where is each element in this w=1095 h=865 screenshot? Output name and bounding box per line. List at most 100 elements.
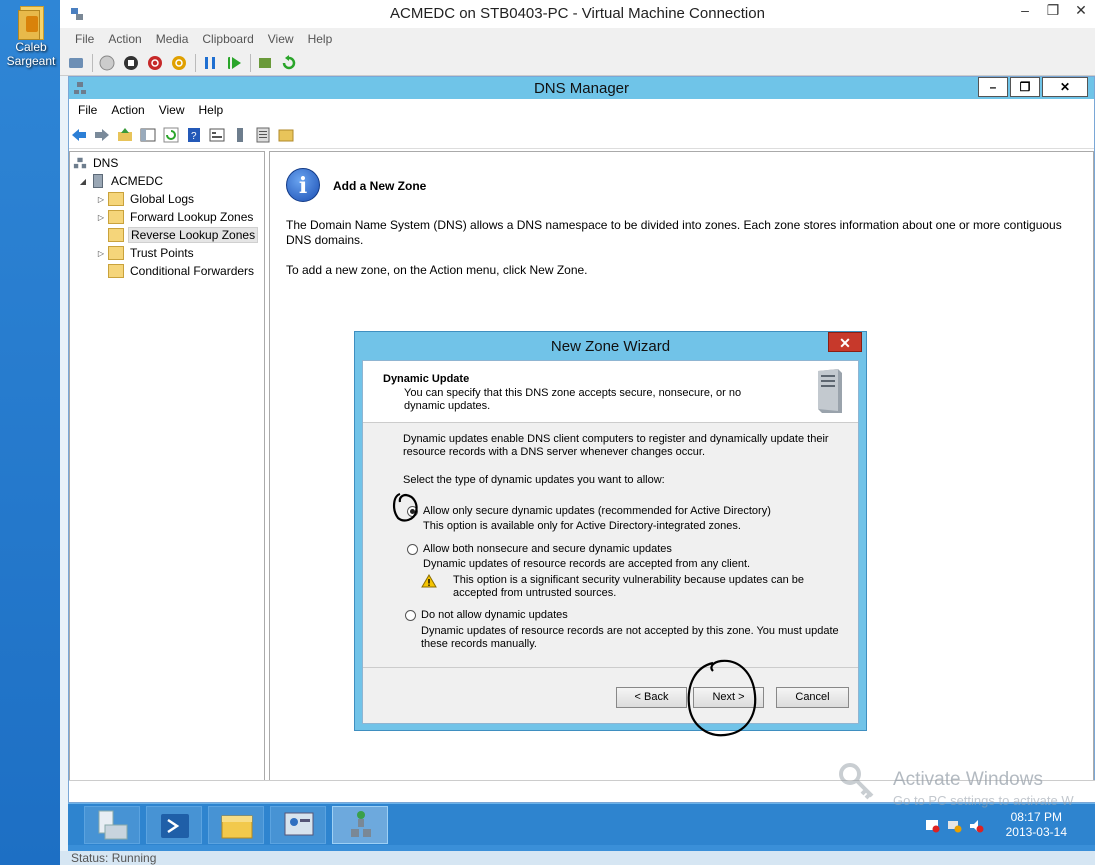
expand-arrow-icon[interactable]: ▷: [96, 213, 106, 222]
snapshot-icon[interactable]: [257, 55, 273, 71]
network-icon[interactable]: [947, 819, 962, 833]
taskbar-powershell[interactable]: [146, 806, 202, 844]
save-state-icon[interactable]: [171, 55, 187, 71]
expand-arrow-icon[interactable]: ▷: [96, 195, 106, 204]
back-button[interactable]: < Back: [616, 687, 687, 708]
desktop-shortcut[interactable]: Caleb Sargeant: [4, 2, 58, 68]
radio-no-updates[interactable]: [405, 610, 416, 621]
svg-text:?: ?: [191, 131, 197, 142]
vm-menu-clipboard[interactable]: Clipboard: [195, 32, 260, 46]
server-manager-icon: [98, 810, 128, 840]
taskbar-control-panel[interactable]: [270, 806, 326, 844]
forward-arrow-icon[interactable]: [94, 127, 110, 143]
dns-titlebar: DNS Manager – ❐ ✕: [69, 77, 1094, 99]
properties-icon[interactable]: [209, 127, 225, 143]
wizard-select-prompt: Select the type of dynamic updates you w…: [403, 474, 665, 486]
show-hide-tree-icon[interactable]: [140, 127, 156, 143]
content-instruction: To add a new zone, on the Action menu, c…: [286, 263, 588, 277]
tree-node-dns[interactable]: DNS: [70, 154, 264, 172]
radio-nonsecure-and-secure[interactable]: [407, 544, 418, 555]
vm-menubar: File Action Media Clipboard View Help: [60, 28, 1095, 50]
wizard-page-title: Dynamic Update: [383, 373, 470, 385]
vm-menu-help[interactable]: Help: [301, 32, 340, 46]
record-list-icon[interactable]: [255, 127, 271, 143]
clock-date: 2013-03-14: [1005, 825, 1067, 839]
host-desktop: Caleb Sargeant: [0, 0, 60, 865]
dns-close-button[interactable]: ✕: [1042, 77, 1088, 97]
tree-node-trust-points[interactable]: ▷ Trust Points: [70, 244, 264, 262]
wizard-content: Dynamic updates enable DNS client comput…: [363, 423, 858, 667]
server-list-icon[interactable]: [232, 127, 248, 143]
taskbar-file-explorer[interactable]: [208, 806, 264, 844]
folder-icon: [108, 192, 124, 206]
refresh-icon[interactable]: [163, 127, 179, 143]
tree-label-forward-lookup-zones: Forward Lookup Zones: [130, 210, 254, 224]
vm-menu-view[interactable]: View: [261, 32, 301, 46]
vm-menu-media[interactable]: Media: [149, 32, 196, 46]
wizard-body: Dynamic Update You can specify that this…: [362, 360, 859, 724]
next-button[interactable]: Next >: [693, 687, 764, 708]
expand-arrow-icon[interactable]: ▷: [96, 249, 106, 258]
shutdown-icon[interactable]: [147, 55, 163, 71]
tree-node-global-logs[interactable]: ▷ Global Logs: [70, 190, 264, 208]
file-explorer-icon: [221, 815, 253, 839]
dns-menu-action[interactable]: Action: [104, 103, 151, 117]
clock-time: 08:17 PM: [1010, 810, 1062, 824]
guest-desktop: DNS Manager – ❐ ✕ File Action View Help: [68, 76, 1095, 851]
folder-icon: [108, 264, 124, 278]
dns-menu-file[interactable]: File: [71, 103, 104, 117]
close-button[interactable]: ✕: [1067, 0, 1095, 22]
dns-menubar: File Action View Help: [69, 99, 1094, 121]
up-folder-icon[interactable]: [117, 127, 133, 143]
control-panel-icon: [284, 812, 314, 836]
volume-icon[interactable]: [969, 819, 984, 833]
vm-title: ACMEDC on STB0403-PC - Virtual Machine C…: [390, 5, 765, 22]
maximize-button[interactable]: ❐: [1039, 0, 1067, 22]
start-icon[interactable]: [99, 55, 115, 71]
clock[interactable]: 08:17 PM 2013-03-14: [1006, 810, 1067, 840]
ctrl-alt-del-icon[interactable]: [68, 55, 84, 71]
guest-taskbar: 08:17 PM 2013-03-14: [68, 803, 1095, 845]
wizard-close-button[interactable]: ✕: [828, 332, 862, 352]
dns-restore-button[interactable]: ❐: [1010, 77, 1040, 97]
dns-menu-help[interactable]: Help: [192, 103, 231, 117]
tree-node-reverse-lookup-zones[interactable]: Reverse Lookup Zones: [70, 226, 264, 244]
wizard-titlebar: New Zone Wizard ✕: [355, 332, 866, 360]
wizard-page-description: You can specify that this DNS zone accep…: [404, 387, 742, 412]
dns-icon: [73, 157, 87, 169]
collapse-arrow-icon[interactable]: ◢: [78, 177, 88, 186]
dns-menu-view[interactable]: View: [152, 103, 192, 117]
dns-minimize-button[interactable]: –: [978, 77, 1008, 97]
warning-icon: [421, 574, 437, 588]
option-nonsecure-and-secure-label: Allow both nonsecure and secure dynamic …: [423, 543, 672, 555]
vm-menu-file[interactable]: File: [68, 32, 101, 46]
vm-menu-action[interactable]: Action: [101, 32, 148, 46]
turn-off-icon[interactable]: [123, 55, 139, 71]
action-center-icon[interactable]: [925, 819, 940, 833]
revert-icon[interactable]: [281, 54, 297, 71]
resume-icon[interactable]: [226, 55, 242, 71]
option-nonsecure-and-secure[interactable]: Allow both nonsecure and secure dynamic …: [407, 543, 672, 556]
console-tree: DNS ◢ ACMEDC ▷ Global Logs ▷ Forward Loo…: [69, 151, 265, 781]
taskbar-dns-manager[interactable]: [332, 806, 388, 844]
help-icon[interactable]: ?: [186, 127, 202, 143]
tree-node-forward-lookup-zones[interactable]: ▷ Forward Lookup Zones: [70, 208, 264, 226]
tree-label-server: ACMEDC: [111, 174, 164, 188]
server-icon: [93, 174, 103, 188]
dns-title: DNS Manager: [533, 80, 630, 97]
option-no-updates-description: Dynamic updates of resource records are …: [421, 625, 839, 650]
back-arrow-icon[interactable]: [71, 127, 87, 143]
minimize-button[interactable]: –: [1011, 0, 1039, 22]
cancel-button[interactable]: Cancel: [776, 687, 849, 708]
tree-label-trust-points: Trust Points: [130, 246, 194, 260]
pause-icon[interactable]: [202, 55, 218, 71]
option-secure-only[interactable]: Allow only secure dynamic updates (recom…: [407, 505, 771, 518]
radio-secure-only[interactable]: [407, 506, 418, 517]
system-tray: 08:17 PM 2013-03-14: [915, 804, 1095, 846]
option-secure-only-label: Allow only secure dynamic updates (recom…: [423, 505, 771, 517]
tree-node-server[interactable]: ◢ ACMEDC: [70, 172, 264, 190]
option-no-updates[interactable]: Do not allow dynamic updates: [405, 609, 568, 622]
tree-node-conditional-forwarders[interactable]: Conditional Forwarders: [70, 262, 264, 280]
zone-folder-icon[interactable]: [278, 127, 294, 143]
taskbar-server-manager[interactable]: [84, 806, 140, 844]
